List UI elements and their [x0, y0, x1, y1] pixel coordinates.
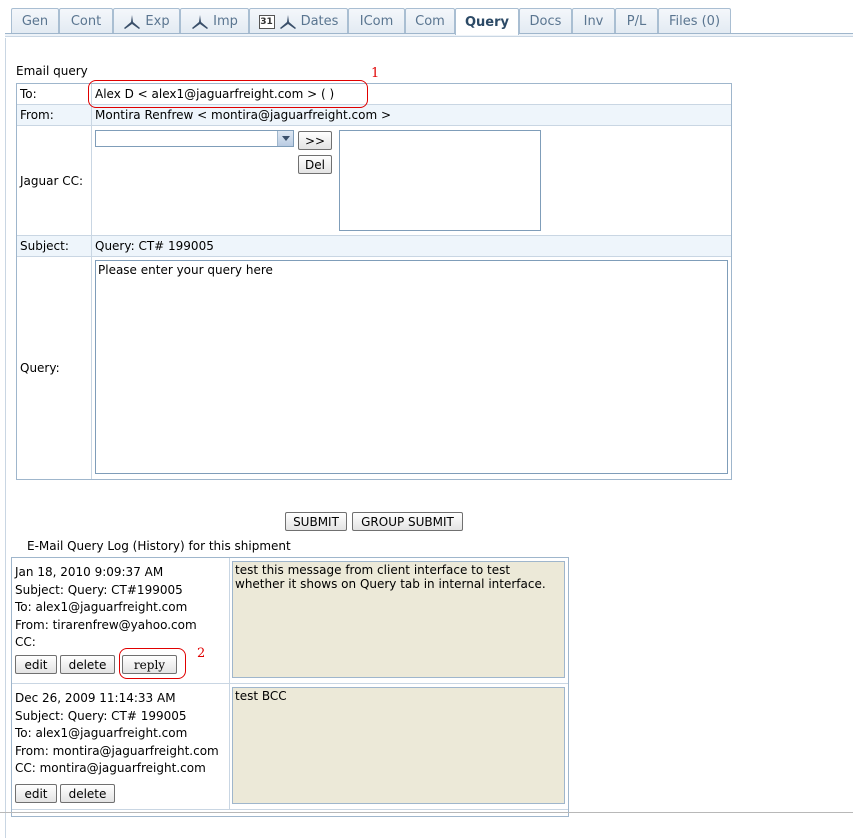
submit-button[interactable]: SUBMIT: [285, 512, 347, 531]
plane-icon: [279, 14, 296, 29]
subject-row: Subject: Query: CT# 199005: [17, 236, 731, 257]
log-to: To: alex1@jaguarfreight.com: [15, 726, 188, 741]
tab-bar-underline: [5, 33, 853, 37]
tab-query[interactable]: Query: [455, 8, 519, 35]
query-log-caption: E-Mail Query Log (History) for this ship…: [27, 539, 291, 553]
from-row: From: Montira Renfrew < montira@jaguarfr…: [17, 105, 731, 126]
plane-icon: [192, 14, 209, 29]
cc-recipients-list[interactable]: [339, 130, 541, 231]
email-query-caption: Email query: [16, 64, 88, 78]
log-column-divider: [229, 684, 230, 809]
jaguar-cc-row: Jaguar CC: >> Del: [17, 126, 731, 236]
tab-imp[interactable]: Imp: [180, 8, 249, 34]
tab-bar: Gen Cont Exp Imp 31 Dates ICom Com Query…: [0, 0, 853, 38]
from-value: Montira Renfrew < montira@jaguarfreight.…: [95, 108, 392, 122]
log-date: Dec 26, 2009 11:14:33 AM: [15, 691, 176, 705]
query-log-table: Jan 18, 2010 9:09:37 AM Subject: Query: …: [11, 557, 569, 817]
log-cc: CC: montira@jaguarfreight.com: [15, 761, 206, 776]
log-message: test this message from client interface …: [232, 561, 565, 678]
delete-button[interactable]: delete: [60, 655, 115, 674]
tab-files[interactable]: Files (0): [658, 8, 731, 34]
tab-icom[interactable]: ICom: [348, 8, 405, 34]
calendar-icon: 31: [258, 14, 275, 29]
annotation-number-2: 2: [197, 646, 206, 661]
group-submit-button[interactable]: GROUP SUBMIT: [352, 512, 463, 531]
log-entry: Dec 26, 2009 11:14:33 AM Subject: Query:…: [12, 684, 568, 810]
query-label: Query:: [17, 257, 92, 479]
log-date: Jan 18, 2010 9:09:37 AM: [15, 565, 164, 579]
edit-button[interactable]: edit: [15, 655, 57, 674]
tab-dates[interactable]: 31 Dates: [249, 8, 348, 34]
jaguar-cc-select[interactable]: [95, 130, 294, 147]
log-from: From: tirarenfrew@yahoo.com: [15, 617, 197, 632]
add-cc-button[interactable]: >>: [298, 131, 332, 150]
subject-label: Subject:: [17, 236, 92, 256]
plane-icon: [124, 14, 141, 29]
chevron-down-icon[interactable]: [277, 131, 293, 146]
log-from: From: montira@jaguarfreight.com: [15, 743, 219, 758]
query-row: Query: Please enter your query here: [17, 257, 731, 479]
log-entry: Jan 18, 2010 9:09:37 AM Subject: Query: …: [12, 558, 568, 684]
tab-gen[interactable]: Gen: [11, 8, 59, 34]
log-subject: Subject: Query: CT# 199005: [15, 708, 187, 723]
tab-com[interactable]: Com: [405, 8, 455, 34]
tab-exp[interactable]: Exp: [113, 8, 180, 34]
tab-docs[interactable]: Docs: [519, 8, 572, 34]
tab-pl[interactable]: P/L: [615, 8, 658, 34]
annotation-number-1: 1: [371, 66, 380, 81]
annotation-highlight-reply: [119, 648, 186, 679]
edit-button[interactable]: edit: [15, 784, 57, 803]
delete-cc-button[interactable]: Del: [298, 155, 332, 174]
query-textarea[interactable]: Please enter your query here: [95, 260, 728, 474]
log-entry-meta: Dec 26, 2009 11:14:33 AM Subject: Query:…: [15, 690, 229, 778]
tab-inv[interactable]: Inv: [572, 8, 615, 34]
delete-button[interactable]: delete: [60, 784, 115, 803]
tab-cont[interactable]: Cont: [59, 8, 113, 34]
jaguar-cc-label: Jaguar CC:: [17, 126, 92, 235]
from-label: From:: [17, 105, 92, 125]
annotation-highlight-to: [88, 80, 368, 108]
to-label: To:: [17, 84, 92, 104]
log-column-divider: [229, 558, 230, 683]
log-entry-meta: Jan 18, 2010 9:09:37 AM Subject: Query: …: [15, 564, 229, 652]
page-bottom-border: [0, 812, 853, 813]
email-query-form: To: Alex D < alex1@jaguarfreight.com > (…: [16, 83, 732, 480]
subject-value: Query: CT# 199005: [95, 239, 214, 253]
log-to: To: alex1@jaguarfreight.com: [15, 600, 188, 615]
log-subject: Subject: Query: CT#199005: [15, 582, 183, 597]
content-left-border: [5, 38, 6, 838]
log-message: test BCC: [232, 687, 565, 804]
